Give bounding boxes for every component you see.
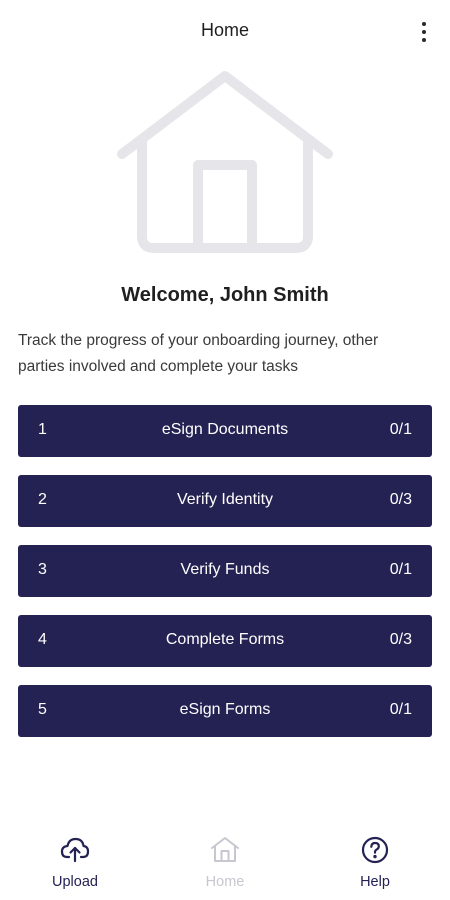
task-verify-identity[interactable]: 2 Verify Identity 0/3	[18, 475, 432, 527]
nav-help[interactable]: Help	[320, 830, 430, 890]
task-label: Verify Identity	[176, 491, 274, 508]
welcome-heading: Welcome, John Smith	[121, 284, 329, 306]
task-esign-forms[interactable]: 5 eSign Forms 0/1	[18, 685, 432, 737]
onboarding-description: Track the progress of your onboarding jo…	[18, 332, 379, 375]
home-icon	[211, 837, 239, 862]
house-illustration	[117, 71, 333, 253]
task-label: eSign Forms	[179, 701, 271, 718]
page-title: Home	[200, 20, 249, 40]
task-label: Complete Forms	[165, 631, 285, 648]
task-esign-documents[interactable]: 1 eSign Documents 0/1	[18, 405, 432, 457]
bottom-navigation: Upload Home Help	[0, 830, 450, 900]
task-label: Verify Funds	[180, 561, 270, 578]
task-progress: 0/3	[389, 491, 412, 508]
task-verify-funds[interactable]: 3 Verify Funds 0/1	[18, 545, 432, 597]
task-progress: 0/1	[389, 701, 412, 718]
more-vert-icon[interactable]	[410, 16, 438, 48]
task-progress: 0/3	[389, 631, 412, 648]
nav-label: Home	[205, 874, 245, 890]
nav-label: Help	[360, 874, 390, 890]
cloud-upload-icon	[60, 837, 90, 863]
nav-upload[interactable]: Upload	[20, 830, 130, 890]
task-list: 1 eSign Documents 0/1 2 Verify Identity …	[18, 405, 432, 755]
task-progress: 0/1	[389, 421, 412, 438]
task-label: eSign Documents	[161, 421, 289, 438]
nav-home[interactable]: Home	[170, 830, 280, 890]
nav-label: Upload	[52, 874, 98, 890]
app-bar: Home	[0, 0, 450, 64]
help-circle-icon	[361, 836, 389, 864]
task-complete-forms[interactable]: 4 Complete Forms 0/3	[18, 615, 432, 667]
task-progress: 0/1	[389, 561, 412, 578]
